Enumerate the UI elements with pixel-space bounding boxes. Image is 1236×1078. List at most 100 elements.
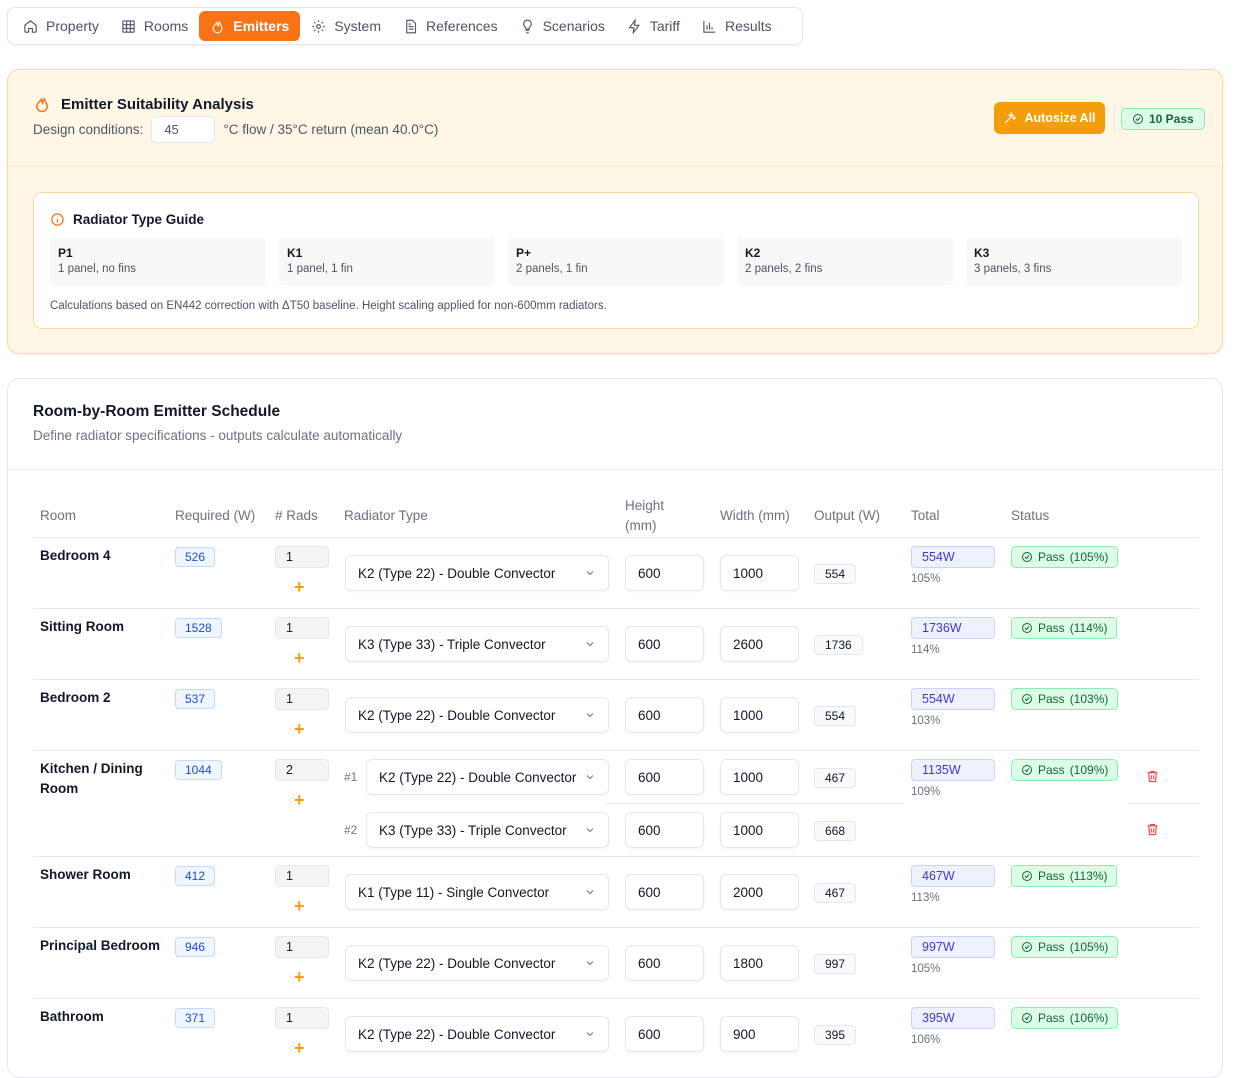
sub-row-divider (605, 803, 904, 804)
col-header-required: Required (W) (175, 508, 256, 523)
add-radiator-button[interactable]: + (294, 791, 305, 809)
tab-scenarios[interactable]: Scenarios (509, 11, 616, 41)
flame-icon (212, 20, 223, 33)
height-input[interactable]: 600 (625, 945, 704, 981)
delete-radiator-button[interactable] (1145, 822, 1160, 837)
radiator-type-select[interactable]: K2 (Type 22) - Double Convector (345, 555, 609, 591)
radiator-type-select[interactable]: K3 (Type 33) - Triple Convector (345, 626, 609, 662)
status-percent: (109%) (1069, 763, 1109, 777)
chevron-down-icon (586, 1032, 594, 1037)
status-text: Pass (1038, 550, 1065, 564)
radiator-type-select[interactable]: K2 (Type 22) - Double Convector (345, 697, 609, 733)
check-circle-icon (1022, 1013, 1032, 1023)
divider (1114, 103, 1115, 133)
tab-rooms[interactable]: Rooms (110, 11, 199, 41)
radiator-type-select[interactable]: K3 (Type 33) - Triple Convector (366, 812, 609, 848)
width-input[interactable]: 1000 (720, 759, 799, 795)
radiator-type-select[interactable]: K2 (Type 22) - Double Convector (345, 1016, 609, 1052)
height-input[interactable]: 600 (625, 759, 704, 795)
required-badge: 537 (175, 689, 216, 709)
sub-row-divider (1129, 803, 1199, 804)
height-input[interactable]: 600 (625, 812, 704, 848)
required-badge: 946 (175, 937, 216, 957)
add-radiator-button[interactable]: + (294, 720, 305, 738)
type-code: K2 (745, 246, 761, 260)
height-input[interactable]: 600 (625, 626, 704, 662)
status-text: Pass (1038, 763, 1065, 777)
width-input[interactable]: 1000 (720, 555, 799, 591)
width-input[interactable]: 1000 (720, 697, 799, 733)
radiator-type-select[interactable]: K2 (Type 22) - Double Convector (345, 945, 609, 981)
rads-count-input[interactable]: 1 (275, 1007, 329, 1029)
check-circle-icon (1022, 623, 1032, 633)
tab-label: References (426, 18, 498, 34)
autosize-all-button[interactable]: Autosize All (994, 102, 1105, 134)
width-input[interactable]: 900 (720, 1016, 799, 1052)
height-input[interactable]: 600 (625, 555, 704, 591)
type-desc: 2 panels, 2 fins (745, 263, 823, 275)
col-header-height: Height (625, 498, 665, 513)
rads-count-input[interactable]: 1 (275, 865, 329, 887)
guide-type-k2: K2 2 panels, 2 fins (737, 237, 953, 285)
tab-tariff[interactable]: Tariff (616, 11, 691, 41)
rads-count-input[interactable]: 2 (275, 759, 329, 781)
add-radiator-button[interactable]: + (294, 1039, 305, 1057)
analysis-title-text: Emitter Suitability Analysis (61, 95, 254, 113)
output-value: 668 (814, 821, 857, 841)
rads-count-input[interactable]: 1 (275, 936, 329, 958)
tab-emitters[interactable]: Emitters (199, 11, 301, 41)
rads-count-input[interactable]: 1 (275, 546, 329, 568)
rads-count-input[interactable]: 1 (275, 688, 329, 710)
room-name: Bedroom 2 (40, 690, 111, 705)
radiator-type-select[interactable]: K1 (Type 11) - Single Convector (345, 874, 609, 910)
select-value: K2 (Type 22) - Double Convector (358, 707, 556, 723)
total-badge: 997W (911, 936, 995, 958)
tab-system[interactable]: System (300, 11, 392, 41)
height-input[interactable]: 600 (625, 1016, 704, 1052)
add-radiator-button[interactable]: + (294, 578, 305, 596)
status-text: Pass (1038, 940, 1065, 954)
radiator-index: #2 (344, 823, 358, 837)
delete-radiator-button[interactable] (1145, 769, 1160, 784)
add-radiator-button[interactable]: + (294, 897, 305, 915)
status-badge: Pass (105%) (1011, 936, 1119, 958)
output-value: 997 (814, 954, 857, 974)
pass-count-badge: 10 Pass (1121, 108, 1205, 130)
tab-label: System (334, 18, 381, 34)
home-icon (24, 19, 37, 33)
room-name: Bathroom (40, 1009, 104, 1024)
tab-references[interactable]: References (392, 11, 509, 41)
width-input[interactable]: 2000 (720, 874, 799, 910)
height-input[interactable]: 600 (625, 874, 704, 910)
col-header-rads: # Rads (275, 508, 318, 523)
guide-type-k3: K3 3 panels, 3 fins (966, 237, 1182, 285)
grid-icon (122, 19, 135, 33)
add-radiator-button[interactable]: + (294, 649, 305, 667)
col-header-type: Radiator Type (344, 508, 428, 523)
conditions-label: Design conditions: (33, 122, 144, 137)
tab-property[interactable]: Property (12, 11, 110, 41)
analysis-title: Emitter Suitability Analysis (33, 95, 254, 113)
col-header-height-unit: (mm) (625, 518, 657, 533)
row-divider (33, 998, 1199, 999)
check-circle-icon (1022, 552, 1032, 562)
width-input[interactable]: 1800 (720, 945, 799, 981)
col-header-total: Total (911, 508, 940, 523)
height-input[interactable]: 600 (625, 697, 704, 733)
col-header-status: Status (1011, 508, 1050, 523)
width-input[interactable]: 2600 (720, 626, 799, 662)
tab-results[interactable]: Results (691, 11, 783, 41)
flow-temp-input[interactable]: 45 (151, 116, 216, 143)
analysis-header: Emitter Suitability Analysis Design cond… (8, 70, 1222, 167)
radiator-type-select[interactable]: K2 (Type 22) - Double Convector (366, 759, 609, 795)
tab-label: Scenarios (542, 18, 605, 34)
width-input[interactable]: 1000 (720, 812, 799, 848)
check-circle-icon (1022, 871, 1032, 881)
autosize-label: Autosize All (1024, 111, 1096, 125)
status-badge: Pass (113%) (1011, 865, 1118, 887)
total-percent: 105% (911, 963, 941, 975)
add-radiator-button[interactable]: + (294, 968, 305, 986)
total-badge: 395W (911, 1007, 995, 1029)
rads-count-input[interactable]: 1 (275, 617, 329, 639)
status-percent: (114%) (1069, 621, 1108, 635)
